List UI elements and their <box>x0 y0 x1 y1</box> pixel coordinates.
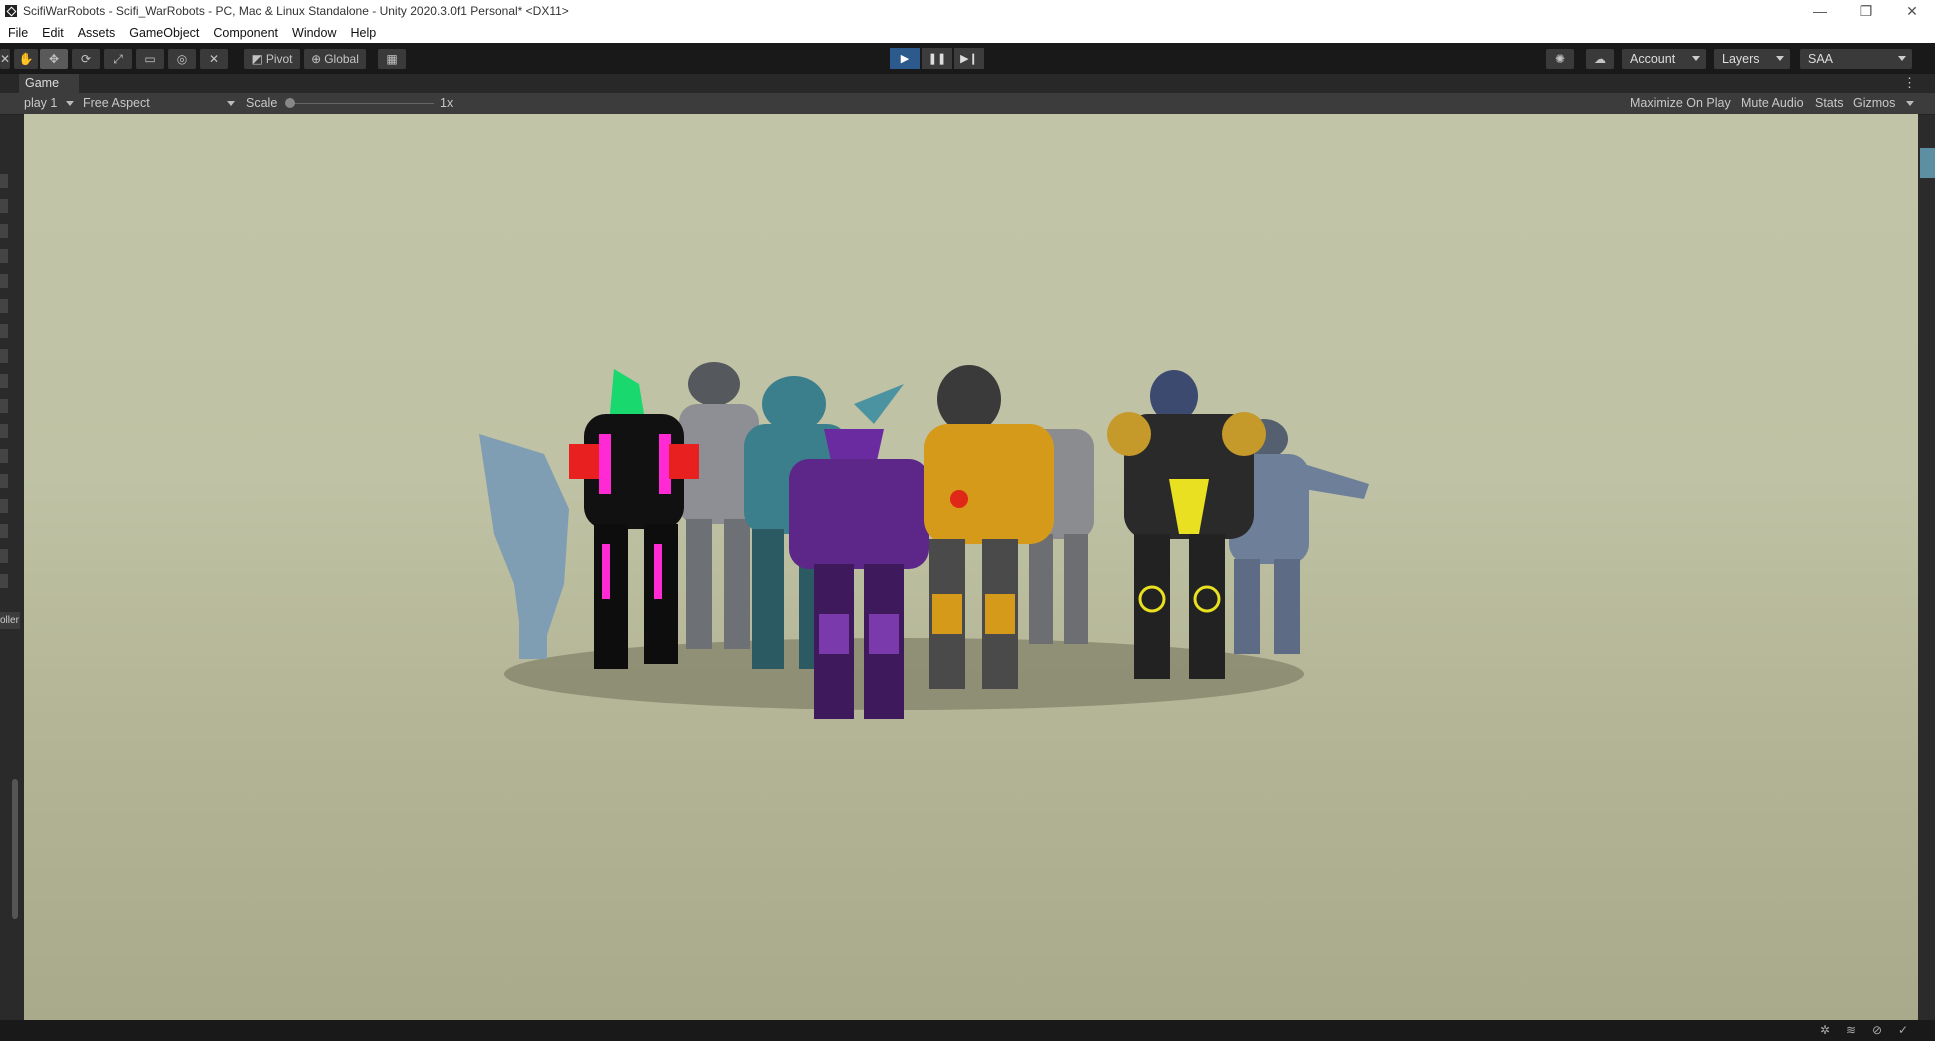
menu-edit[interactable]: Edit <box>34 26 70 40</box>
scale-label: Scale <box>246 96 278 110</box>
menu-window[interactable]: Window <box>284 26 342 40</box>
aspect-dropdown[interactable]: Free Aspect <box>83 96 150 110</box>
panel-slot <box>0 424 8 438</box>
menu-help[interactable]: Help <box>342 26 382 40</box>
account-label: Account <box>1630 52 1676 66</box>
robot-pale-blue <box>479 434 569 659</box>
right-dock-panel <box>1918 74 1935 1022</box>
minimize-button[interactable]: — <box>1797 0 1843 22</box>
chevron-down-icon <box>1776 56 1784 61</box>
scale-value: 1x <box>440 96 454 110</box>
global-toggle[interactable]: ⊕ Global <box>304 49 366 69</box>
robot-squad-render <box>479 362 1369 719</box>
stats-toggle[interactable]: Stats <box>1815 96 1844 110</box>
step-button[interactable]: ▶❙ <box>954 48 984 69</box>
display-dropdown[interactable]: play 1 <box>24 96 57 110</box>
close-icon[interactable]: ✕ <box>0 49 10 69</box>
close-button[interactable]: ✕ <box>1889 0 1935 22</box>
chevron-down-icon <box>66 101 74 106</box>
robot-black-neon <box>569 369 699 669</box>
chevron-down-icon <box>227 101 235 106</box>
globe-icon: ⊕ <box>311 52 322 66</box>
panel-slot <box>0 524 8 538</box>
chevron-down-icon[interactable] <box>1906 101 1914 106</box>
chevron-down-icon <box>1692 56 1700 61</box>
hand-tool-icon[interactable]: ✋ <box>14 49 38 69</box>
layout-dropdown[interactable]: SAA <box>1800 49 1912 69</box>
gizmos-toggle[interactable]: Gizmos <box>1853 96 1895 110</box>
window-controls: — ❐ ✕ <box>1797 0 1935 22</box>
layers-icon[interactable]: ≋ <box>1846 1023 1860 1037</box>
pivot-icon: ◩ <box>251 52 263 66</box>
panel-slot <box>0 449 8 463</box>
transform-tool-icon[interactable]: ◎ <box>168 49 196 69</box>
panel-slot <box>0 399 8 413</box>
panel-slot <box>0 174 8 188</box>
panel-slot <box>0 199 8 213</box>
menu-gameobject[interactable]: GameObject <box>121 26 205 40</box>
menu-component[interactable]: Component <box>205 26 284 40</box>
scale-tool-icon[interactable]: ⤢ <box>104 49 132 69</box>
window-title: ScifiWarRobots - Scifi_WarRobots - PC, M… <box>23 4 569 18</box>
tab-game[interactable]: Game <box>19 74 79 93</box>
global-label: Global <box>324 52 359 66</box>
pivot-toggle[interactable]: ◩ Pivot <box>244 49 300 69</box>
custom-tool-icon[interactable]: ✕ <box>200 49 228 69</box>
scale-slider-thumb[interactable] <box>285 98 295 108</box>
check-icon[interactable]: ✓ <box>1898 1023 1912 1037</box>
mute-audio-toggle[interactable]: Mute Audio <box>1741 96 1804 110</box>
menu-assets[interactable]: Assets <box>70 26 122 40</box>
account-dropdown[interactable]: Account <box>1622 49 1706 69</box>
rect-tool-icon[interactable]: ▭ <box>136 49 164 69</box>
panel-slot <box>0 549 8 563</box>
panel-slot <box>0 349 8 363</box>
rotate-tool-icon[interactable]: ⟳ <box>72 49 100 69</box>
panel-slot <box>0 224 8 238</box>
pause-button[interactable]: ❚❚ <box>922 48 952 69</box>
restore-button[interactable]: ❐ <box>1843 0 1889 22</box>
pivot-label: Pivot <box>265 52 293 66</box>
left-tab-fragment[interactable]: oller <box>0 612 20 629</box>
unity-logo-icon <box>5 5 17 17</box>
title-bar: ScifiWarRobots - Scifi_WarRobots - PC, M… <box>0 0 1935 22</box>
grid-snap-icon[interactable]: ▦ <box>378 49 406 69</box>
layers-label: Layers <box>1722 52 1760 66</box>
left-dock-panel: ink oller <box>0 74 24 1022</box>
status-bar: ✲ ≋ ⊘ ✓ <box>0 1020 1935 1041</box>
game-tab-bar: Game ⋮ <box>0 74 1935 93</box>
game-view-controls: play 1 Free Aspect Scale 1x Maximize On … <box>0 93 1935 115</box>
main-toolbar: ✕ ✋ ✥ ⟳ ⤢ ▭ ◎ ✕ ◩ Pivot ⊕ Global ▦ ▶ ❚❚ … <box>0 43 1935 74</box>
scrollbar[interactable] <box>12 779 18 919</box>
lighting-icon[interactable]: ✺ <box>1546 49 1574 69</box>
panel-slot <box>0 474 8 488</box>
panel-slot <box>0 324 8 338</box>
menu-file[interactable]: File <box>0 26 34 40</box>
play-button[interactable]: ▶ <box>890 48 920 69</box>
panel-slot <box>0 274 8 288</box>
layout-label: SAA <box>1808 52 1834 66</box>
panel-slot <box>0 499 8 513</box>
maximize-on-play-toggle[interactable]: Maximize On Play <box>1630 96 1731 110</box>
panel-slot <box>0 299 8 313</box>
game-viewport[interactable] <box>24 114 1918 1020</box>
panel-slot <box>0 374 8 388</box>
scale-slider[interactable] <box>288 103 434 104</box>
tab-menu-icon[interactable]: ⋮ <box>1903 75 1916 91</box>
bug-icon[interactable]: ✲ <box>1820 1023 1834 1037</box>
chevron-down-icon <box>1898 56 1906 61</box>
layers-dropdown[interactable]: Layers <box>1714 49 1790 69</box>
debug-icon[interactable]: ⊘ <box>1872 1023 1886 1037</box>
cloud-icon[interactable]: ☁ <box>1586 49 1614 69</box>
panel-slot <box>0 249 8 263</box>
right-panel-thumbnail <box>1920 148 1935 178</box>
move-tool-icon[interactable]: ✥ <box>40 49 68 69</box>
menu-bar: File Edit Assets GameObject Component Wi… <box>0 22 1935 43</box>
panel-slot <box>0 574 8 588</box>
